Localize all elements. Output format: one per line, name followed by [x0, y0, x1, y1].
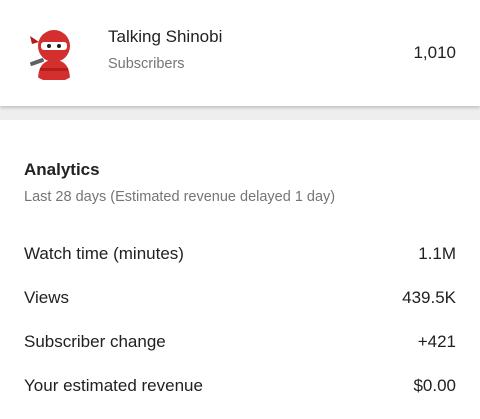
- section-divider: [0, 106, 480, 120]
- metric-value: 1.1M: [418, 244, 456, 263]
- analytics-title: Analytics: [24, 160, 100, 179]
- metric-value: 439.5K: [402, 288, 456, 307]
- analytics-card[interactable]: Analytics Last 28 days (Estimated revenu…: [0, 120, 480, 419]
- metric-value: +421: [417, 332, 456, 351]
- subscriber-count: 1,010: [413, 43, 456, 62]
- channel-card[interactable]: Talking Shinobi Subscribers 1,010: [0, 0, 480, 106]
- subscribers-label: Subscribers: [108, 56, 185, 72]
- metric-row-subscriber-change[interactable]: Subscriber change +421: [0, 320, 480, 364]
- metric-value: $0.00: [413, 376, 456, 395]
- metric-row-views[interactable]: Views 439.5K: [0, 276, 480, 320]
- channel-name[interactable]: Talking Shinobi: [108, 27, 222, 47]
- metric-label: Watch time (minutes): [24, 244, 184, 263]
- metric-row-estimated-revenue[interactable]: Your estimated revenue $0.00: [0, 364, 480, 408]
- metric-label: Subscriber change: [24, 332, 166, 351]
- metric-label: Views: [24, 288, 70, 307]
- channel-avatar[interactable]: [24, 22, 84, 82]
- analytics-subtitle: Last 28 days (Estimated revenue delayed …: [24, 189, 336, 205]
- metric-row-watch-time[interactable]: Watch time (minutes) 1.1M: [0, 232, 480, 276]
- metric-label: Your estimated revenue: [24, 376, 203, 395]
- red-ninja-icon: [30, 30, 70, 80]
